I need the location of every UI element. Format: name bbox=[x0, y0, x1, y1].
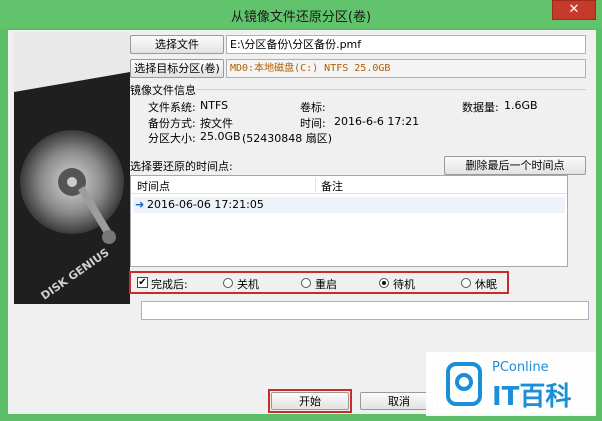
after-completion-checkbox[interactable]: ✔ bbox=[137, 277, 148, 288]
time-label: 时间: bbox=[300, 117, 326, 130]
hard-disk-icon: DISK GENIUS bbox=[14, 32, 130, 304]
file-path-input[interactable]: E:\分区备份\分区备份.pmf bbox=[226, 35, 586, 54]
backup-method-label: 备份方式: bbox=[148, 117, 196, 130]
radio-shutdown-label: 关机 bbox=[237, 278, 259, 291]
dialog-window: 从镜像文件还原分区(卷) ✕ DISK GENIUS 选择文件 E:\分区备份\… bbox=[0, 0, 602, 421]
radio-hibernate[interactable] bbox=[461, 278, 471, 288]
image-info-heading: 镜像文件信息 bbox=[130, 84, 196, 97]
start-button[interactable]: 开始 bbox=[271, 392, 349, 410]
close-button[interactable]: ✕ bbox=[552, 0, 596, 20]
window-title: 从镜像文件还原分区(卷) bbox=[230, 10, 372, 25]
after-completion-label: 完成后: bbox=[151, 278, 188, 291]
fs-label: 文件系统: bbox=[148, 101, 196, 114]
column-divider bbox=[315, 178, 316, 192]
arrow-right-icon: ➜ bbox=[135, 198, 145, 211]
select-file-button[interactable]: 选择文件 bbox=[130, 35, 224, 54]
delete-last-point-button[interactable]: 删除最后一个时间点 bbox=[444, 156, 586, 175]
list-item[interactable]: ➜ 2016-06-06 17:21:05 bbox=[133, 197, 565, 213]
after-completion-group: ✔ 完成后: 关机 重启 待机 休眠 bbox=[129, 271, 509, 294]
radio-restart-label: 重启 bbox=[315, 278, 337, 291]
hard-disk-illustration: DISK GENIUS bbox=[14, 32, 130, 304]
radio-standby-label: 待机 bbox=[393, 278, 415, 291]
partition-size-value: 25.0GB bbox=[200, 130, 241, 143]
select-target-partition-button[interactable]: 选择目标分区(卷) bbox=[130, 59, 224, 78]
column-header-time[interactable]: 时间点 bbox=[137, 178, 170, 194]
restore-point-prompt: 选择要还原的时间点: bbox=[130, 160, 233, 173]
target-partition-field: MD0:本地磁盘(C:) NTFS 25.0GB bbox=[226, 59, 586, 78]
radio-shutdown[interactable] bbox=[223, 278, 233, 288]
backup-method-value: 按文件 bbox=[200, 117, 233, 130]
radio-hibernate-label: 休眠 bbox=[475, 278, 497, 291]
restore-point-time: 2016-06-06 17:21:05 bbox=[147, 198, 264, 211]
partition-sectors: (52430848 扇区) bbox=[242, 132, 333, 145]
watermark-logo: PConline IT百科 bbox=[426, 352, 596, 416]
radio-standby[interactable] bbox=[379, 278, 389, 288]
group-divider bbox=[196, 89, 586, 90]
column-header-note[interactable]: 备注 bbox=[321, 178, 343, 194]
watermark-brand: PConline bbox=[492, 360, 549, 375]
watermark-text: IT百科 bbox=[492, 382, 572, 412]
data-amount-value: 1.6GB bbox=[504, 99, 538, 112]
radio-restart[interactable] bbox=[301, 278, 311, 288]
pconline-logo-icon bbox=[446, 362, 482, 406]
title-bar[interactable]: 从镜像文件还原分区(卷) ✕ bbox=[0, 0, 602, 28]
volume-label: 卷标: bbox=[300, 101, 326, 114]
partition-size-label: 分区大小: bbox=[148, 132, 196, 145]
progress-status-field bbox=[141, 301, 589, 320]
list-header: 时间点 备注 bbox=[131, 176, 567, 194]
fs-value: NTFS bbox=[200, 99, 229, 112]
data-amount-label: 数据量: bbox=[462, 101, 499, 114]
time-value: 2016-6-6 17:21 bbox=[334, 115, 420, 128]
restore-point-list[interactable]: 时间点 备注 ➜ 2016-06-06 17:21:05 bbox=[130, 175, 568, 267]
